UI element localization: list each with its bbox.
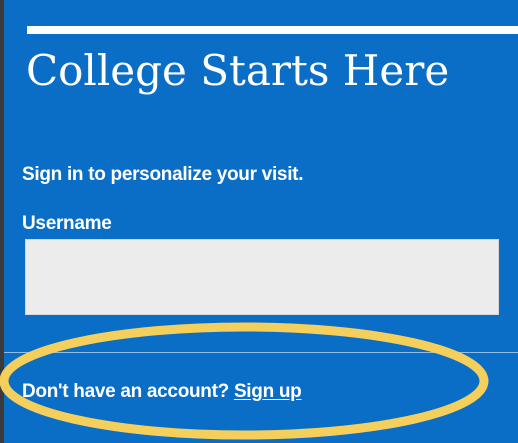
sign-in-subtitle: Sign in to personalize your visit. xyxy=(22,164,304,185)
sign-in-panel: College Starts Here Sign in to personali… xyxy=(4,0,518,443)
signup-link[interactable]: Sign up xyxy=(234,381,302,402)
top-rule xyxy=(27,26,518,34)
signup-prompt-row: Don't have an account? Sign up xyxy=(22,381,302,403)
divider xyxy=(4,352,518,353)
screenshot-stage: College Starts Here Sign in to personali… xyxy=(0,0,518,443)
username-input[interactable] xyxy=(25,239,499,315)
username-label: Username xyxy=(22,213,112,234)
signup-prompt-text: Don't have an account? xyxy=(22,381,229,402)
page-title: College Starts Here xyxy=(26,46,450,95)
